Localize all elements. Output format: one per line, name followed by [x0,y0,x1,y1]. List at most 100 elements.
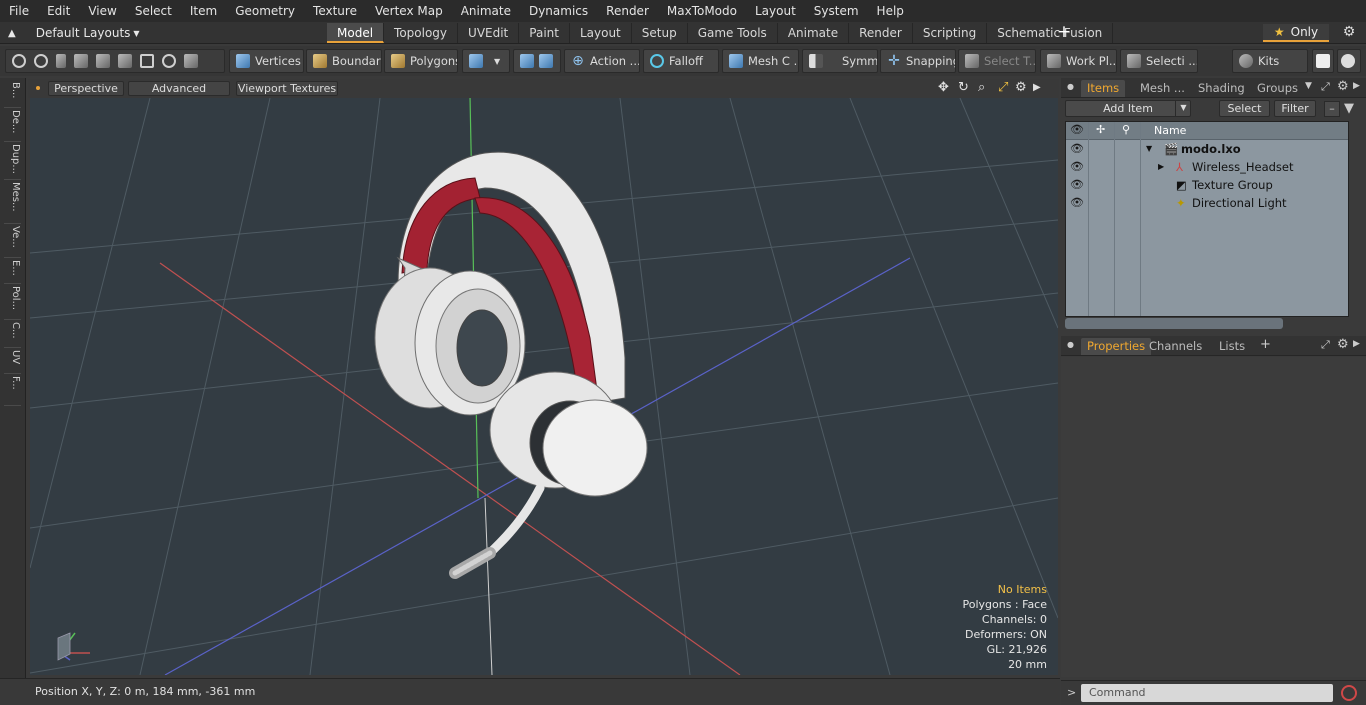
panel-menu-dot-icon[interactable]: ● [1067,340,1074,349]
tab-paint[interactable]: Paint [519,23,570,43]
left-tab-curve[interactable]: C... [4,322,21,348]
clock-icon[interactable] [162,54,176,68]
select-button[interactable]: Select [1219,100,1270,117]
tab-scripting[interactable]: Scripting [913,23,988,43]
panel-gear-icon[interactable]: ⚙ [1337,79,1349,94]
zoom-icon[interactable]: ⌕ [978,81,985,95]
shield-icon[interactable] [184,54,198,68]
panel-menu-arrow-icon[interactable]: ▶ [1353,81,1360,91]
list-item[interactable]: 👁 ▼ 🎬 modo.lxo [1066,140,1348,158]
tab-uvedit[interactable]: UVEdit [458,23,520,43]
maximize-icon[interactable]: ⤢ [998,81,1008,95]
panel-gear-icon[interactable]: ⚙ [1337,337,1349,352]
globe-icon[interactable] [34,54,48,68]
expand-arrow-icon[interactable]: ▼ [1146,140,1152,158]
viewport-menu-arrow-icon[interactable]: ▶ [1033,81,1041,95]
list-item[interactable]: 👁 ◩ Texture Group [1066,176,1348,194]
left-tab-uv[interactable]: UV [4,350,21,374]
item-mode-dropdown[interactable]: ▼ [462,49,510,73]
tab-properties[interactable]: Properties [1081,338,1152,355]
rotate-icon[interactable]: ↻ [958,81,969,95]
tab-setup[interactable]: Setup [632,23,688,43]
vertices-button[interactable]: Vertices [229,49,304,73]
pan-icon[interactable]: ✥ [938,81,949,95]
tab-groups[interactable]: Groups [1251,80,1304,97]
lasso-icon[interactable] [74,54,88,68]
tab-game-tools[interactable]: Game Tools [688,23,778,43]
collapse-arrow-icon[interactable]: ▶ [1158,158,1164,176]
selection-sets-button[interactable]: Selecti ... [1120,49,1198,73]
left-tab-duplicate[interactable]: Dup... [4,144,21,180]
panel-menu-dot-icon[interactable]: ● [1067,82,1074,91]
eye-icon[interactable]: 👁 [1070,142,1084,156]
tab-model[interactable]: Model [327,23,385,43]
left-tab-deform[interactable]: De... [4,110,21,142]
menu-select[interactable]: Select [126,0,181,22]
eye-icon[interactable]: 👁 [1070,178,1084,192]
transform-icon[interactable] [118,54,132,68]
menu-edit[interactable]: Edit [38,0,79,22]
tab-lists[interactable]: Lists [1213,338,1251,355]
menu-dynamics[interactable]: Dynamics [520,0,597,22]
align-icon[interactable] [96,54,110,68]
menu-geometry[interactable]: Geometry [226,0,304,22]
list-item[interactable]: 👁 ✦ Directional Light [1066,194,1348,212]
menu-help[interactable]: Help [868,0,913,22]
left-tab-polygon[interactable]: Pol... [4,286,21,320]
menu-maxtomodo[interactable]: MaxToModo [658,0,746,22]
menu-render[interactable]: Render [597,0,658,22]
panel-menu-arrow-icon[interactable]: ▶ [1353,339,1360,349]
tab-schematic-fusion[interactable]: Schematic Fusion [987,23,1114,43]
left-tab-edge[interactable]: E... [4,260,21,284]
tab-render[interactable]: Render [849,23,913,43]
menu-system[interactable]: System [805,0,868,22]
symmetry-button[interactable]: Symm ... [802,49,878,73]
action-center-button[interactable]: ⊕ Action ... [564,49,640,73]
add-item-button[interactable]: Add Item [1065,100,1191,117]
tab-layout[interactable]: Layout [570,23,632,43]
component-mode-group[interactable] [513,49,561,73]
filter-button[interactable]: Filter [1274,100,1316,117]
tab-shading[interactable]: Shading [1192,80,1251,97]
menu-vertex-map[interactable]: Vertex Map [366,0,452,22]
pen-icon[interactable] [56,54,66,68]
left-tab-basic[interactable]: B... [4,82,21,108]
panel-expand-icon[interactable]: ⤢ [1321,80,1330,94]
menu-layout[interactable]: Layout [746,0,805,22]
funnel-icon[interactable]: ▼ [1344,101,1354,116]
tab-overflow-chevron-icon[interactable]: ▼ [1305,81,1312,91]
perspective-button[interactable]: Perspective [48,81,124,96]
advanced-button[interactable]: Advanced [128,81,230,96]
default-layouts-dropdown[interactable]: ▲ Default Layouts ▼ [8,22,140,44]
panel-expand-icon[interactable]: ⤢ [1321,338,1330,352]
select-through-button[interactable]: Select T... [958,49,1036,73]
add-tab-icon[interactable]: + [1055,22,1073,44]
unreal-button[interactable] [1337,49,1361,73]
tab-topology[interactable]: Topology [384,23,459,43]
gear-icon[interactable]: ⚙ [1340,24,1358,42]
unity-button[interactable] [1312,49,1334,73]
work-plane-button[interactable]: Work Pl... [1040,49,1117,73]
only-button[interactable]: ★ Only [1263,24,1329,42]
add-item-chevron-icon[interactable]: ▼ [1175,100,1191,117]
circle-select-icon[interactable] [12,54,26,68]
menu-texture[interactable]: Texture [304,0,366,22]
falloff-button[interactable]: Falloff [643,49,719,73]
tab-items[interactable]: Items [1081,80,1126,97]
polygons-button[interactable]: Polygons [384,49,458,73]
eye-icon[interactable]: 👁 [1070,196,1084,210]
boundary-button[interactable]: Boundary [306,49,382,73]
menu-item[interactable]: Item [181,0,226,22]
snapping-button[interactable]: ✛ Snapping [880,49,956,73]
menu-animate[interactable]: Animate [452,0,520,22]
tab-mesh[interactable]: Mesh ... [1134,80,1191,97]
mesh-constraint-button[interactable]: Mesh C ... [722,49,799,73]
tab-channels[interactable]: Channels [1143,338,1208,355]
command-input[interactable]: Command [1081,684,1333,702]
left-tab-vertex[interactable]: Ve... [4,226,21,258]
menu-file[interactable]: File [0,0,38,22]
square-select-icon[interactable] [140,54,154,68]
collapse-icon[interactable]: – [1324,101,1340,117]
menu-view[interactable]: View [79,0,125,22]
record-icon[interactable] [1341,685,1357,701]
